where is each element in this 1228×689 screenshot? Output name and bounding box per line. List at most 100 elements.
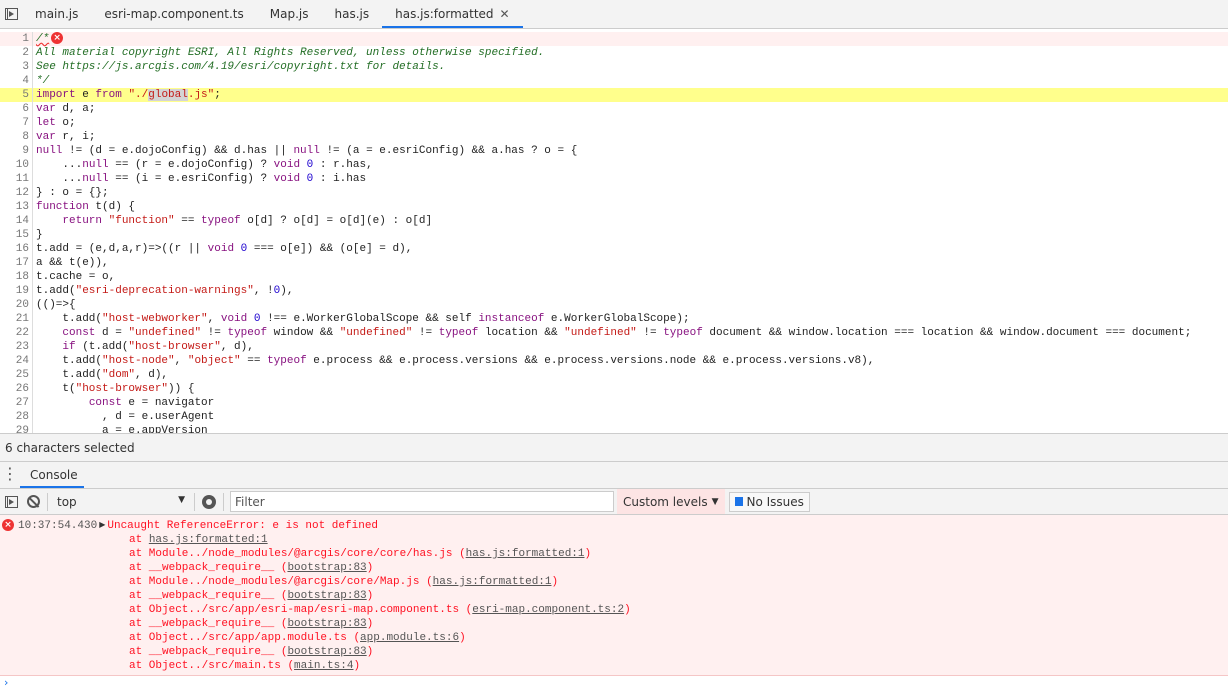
line-number[interactable]: 25 [0, 368, 33, 382]
line-number[interactable]: 11 [0, 172, 33, 186]
frame-text: at Object../src/main.ts [129, 660, 288, 672]
line-number[interactable]: 10 [0, 158, 33, 172]
console-prompt-icon[interactable]: › [4, 676, 8, 689]
chevron-down-icon: ▼ [711, 496, 719, 507]
stack-frame: at Module../node_modules/@arcgis/core/co… [129, 547, 592, 561]
line-number[interactable]: 18 [0, 270, 33, 284]
line-number[interactable]: 15 [0, 228, 33, 242]
line-text: /* × [33, 32, 64, 46]
line-number[interactable]: 29 [0, 424, 33, 433]
line-text: import e from "./global.js"; [36, 89, 221, 101]
code-line: 12} : o = {}; [0, 186, 1228, 200]
drawer-tab-bar: ⋮ Console [0, 462, 1228, 489]
tab-has-js-formatted[interactable]: has.js:formatted ✕ [382, 0, 523, 28]
code-line: 21 t.add("host-webworker", void 0 !== e.… [0, 312, 1228, 326]
line-text: var r, i; [36, 131, 96, 143]
line-text: const e = navigator [88, 397, 215, 409]
source-link[interactable]: has.js:formatted:1 [149, 533, 268, 547]
editor-tab-bar: main.js esri-map.component.ts Map.js has.js… [0, 0, 1228, 29]
error-icon: × [2, 519, 14, 531]
tab-main-js[interactable]: main.js [22, 0, 91, 28]
frame-text: at Object../src/app/esri-map/esri-map.co… [129, 604, 466, 616]
error-icon: × [51, 32, 64, 45]
source-link[interactable]: bootstrap:83 [287, 617, 366, 631]
line-text: } : o = {}; [36, 187, 109, 199]
line-text: if (t.add("host-browser", d), [62, 341, 254, 353]
source-link[interactable]: bootstrap:83 [287, 589, 366, 603]
line-number[interactable]: 3 [0, 60, 33, 74]
source-link[interactable]: has.js:formatted:1 [466, 547, 585, 561]
source-link[interactable]: has.js:formatted:1 [433, 575, 552, 589]
live-expression-button[interactable] [198, 490, 220, 514]
line-number[interactable]: 16 [0, 242, 33, 256]
line-number[interactable]: 19 [0, 284, 33, 298]
context-value: top [57, 494, 77, 509]
tab-has-js[interactable]: has.js [322, 0, 383, 28]
error-message[interactable]: × 10:37:54.430 ▶ Uncaught ReferenceError… [0, 519, 1228, 533]
line-text: All material copyright ESRI, All Rights … [36, 47, 545, 59]
console-toolbar: top▼ Custom levels▼ No Issues [0, 489, 1228, 515]
toggle-navigator-button[interactable] [0, 0, 22, 28]
code-line: 11 ...null == (i = e.esriConfig) ? void … [0, 172, 1228, 186]
line-text: t.add = (e,d,a,r)=>((r || void 0 === o[e… [36, 243, 413, 255]
line-text: t.add("host-node", "object" == typeof e.… [36, 355, 875, 367]
line-text: ...null == (r = e.dojoConfig) ? void 0 :… [36, 159, 373, 171]
line-number[interactable]: 24 [0, 354, 33, 368]
frame-text: at Module../node_modules/@arcgis/core/Ma… [129, 576, 427, 588]
tab-map-js[interactable]: Map.js [257, 0, 322, 28]
line-number[interactable]: 28 [0, 410, 33, 424]
divider [194, 492, 195, 511]
line-number[interactable]: 26 [0, 382, 33, 396]
clear-console-button[interactable] [22, 490, 44, 514]
line-number[interactable]: 1 [0, 32, 33, 46]
context-select[interactable]: top ▼ [51, 495, 191, 509]
issues-icon [734, 497, 743, 506]
timestamp: 10:37:54.430 [18, 520, 98, 532]
source-link[interactable]: esri-map.component.ts:2 [472, 603, 624, 617]
more-menu-icon[interactable]: ⋮ [0, 462, 20, 488]
code-line: 20 (()=>{ [0, 298, 1228, 312]
frame-text: at [129, 534, 149, 546]
code-line: 8 var r, i; [0, 130, 1228, 144]
close-tab-icon[interactable]: ✕ [500, 7, 510, 21]
line-number[interactable]: 21 [0, 312, 33, 326]
line-number[interactable]: 22 [0, 326, 33, 340]
code-line: 27 const e = navigator [0, 396, 1228, 410]
code-line: 14 return "function" == typeof o[d] ? o[… [0, 214, 1228, 228]
tab-console[interactable]: Console [20, 462, 84, 488]
line-number[interactable]: 20 [0, 298, 33, 312]
line-number[interactable]: 6 [0, 102, 33, 116]
line-text: null != (d = e.dojoConfig) && d.has || n… [36, 145, 578, 157]
log-levels-dropdown[interactable]: Custom levels ▼ [617, 489, 725, 514]
filter-input[interactable] [230, 491, 614, 512]
show-sidebar-button[interactable] [0, 490, 22, 514]
code-line: 18 t.cache = o, [0, 270, 1228, 284]
line-number[interactable]: 5 [0, 88, 33, 102]
line-number[interactable]: 14 [0, 214, 33, 228]
log-levels-label: Custom levels [623, 494, 708, 509]
code-line: 1/* × [0, 32, 1228, 46]
line-number[interactable]: 27 [0, 396, 33, 410]
line-number[interactable]: 2 [0, 46, 33, 60]
line-number[interactable]: 12 [0, 186, 33, 200]
source-link[interactable]: bootstrap:83 [287, 561, 366, 575]
code-editor[interactable]: 1/* × 2 All material copyright ESRI, All Ri… [0, 32, 1228, 433]
line-number[interactable]: 17 [0, 256, 33, 270]
line-number[interactable]: 13 [0, 200, 33, 214]
source-link[interactable]: bootstrap:83 [287, 645, 366, 659]
source-link[interactable]: app.module.ts:6 [360, 631, 459, 645]
line-number[interactable]: 23 [0, 340, 33, 354]
tab-label: has.js [334, 7, 370, 21]
error-text: Uncaught ReferenceError: e is not define… [107, 520, 379, 532]
line-number[interactable]: 8 [0, 130, 33, 144]
line-number[interactable]: 4 [0, 74, 33, 88]
issues-button[interactable]: No Issues [728, 491, 810, 512]
source-link[interactable]: main.ts:4 [294, 659, 353, 673]
code-line: 9 null != (d = e.dojoConfig) && d.has || … [0, 144, 1228, 158]
expand-triangle-icon[interactable]: ▶ [99, 519, 105, 533]
tab-esri-map-component-ts[interactable]: esri-map.component.ts [91, 0, 256, 28]
line-number[interactable]: 7 [0, 116, 33, 130]
stack-frame: at Object../src/app/app.module.ts (app.m… [129, 631, 466, 645]
line-number[interactable]: 9 [0, 144, 33, 158]
line-text: t.add("host-webworker", void 0 !== e.Wor… [36, 313, 690, 325]
